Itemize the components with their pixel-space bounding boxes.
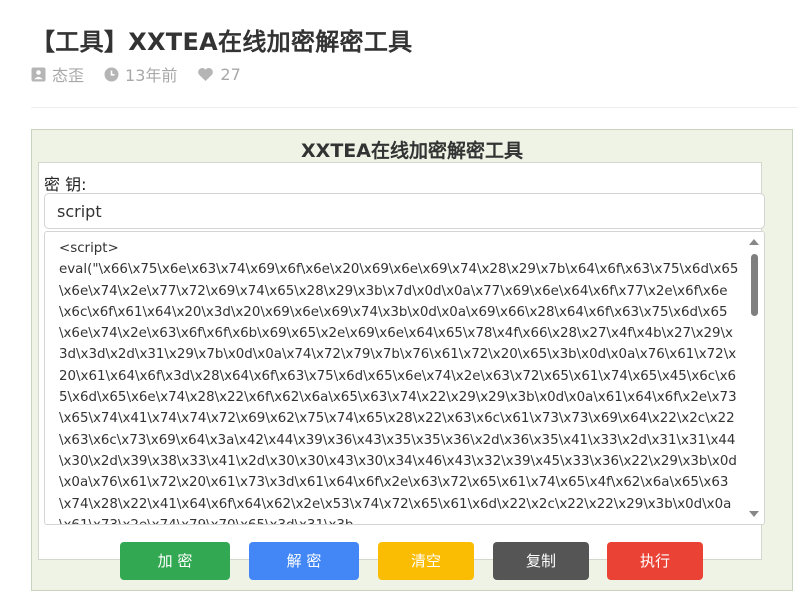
- meta-likes[interactable]: 27: [197, 64, 241, 84]
- meta-time: 13年前: [104, 62, 177, 86]
- code-content[interactable]: <script> eval("\x66\x75\x6e\x63\x74\x69\…: [59, 238, 739, 524]
- page-title: 【工具】XXTEA在线加密解密工具: [31, 28, 413, 56]
- scroll-down-arrow-icon[interactable]: [749, 511, 759, 517]
- author-name: 态歪: [52, 66, 85, 85]
- scroll-up-arrow-icon[interactable]: [749, 239, 759, 245]
- key-label: 密 钥:: [44, 175, 87, 194]
- scroll-thumb[interactable]: [751, 254, 758, 316]
- header-divider: [31, 107, 798, 108]
- encrypt-button[interactable]: 加 密: [120, 542, 230, 580]
- article-meta: 态歪 13年前 27: [31, 62, 261, 86]
- decrypt-button[interactable]: 解 密: [249, 542, 359, 580]
- post-time: 13年前: [125, 66, 178, 85]
- copy-button[interactable]: 复制: [493, 542, 589, 580]
- heart-icon: [198, 67, 214, 81]
- like-count: 27: [220, 64, 241, 84]
- tool-title: XXTEA在线加密解密工具: [301, 140, 523, 162]
- execute-button[interactable]: 执行: [607, 542, 703, 580]
- tool-form: 密 钥: <script> eval("\x66\x75\x6e\x63\x74…: [38, 162, 765, 560]
- meta-author[interactable]: 态歪: [31, 62, 84, 86]
- clock-icon: [104, 67, 119, 81]
- xxtea-tool-panel: XXTEA在线加密解密工具 密 钥: <script> eval("\x66\x…: [31, 129, 793, 591]
- textarea-scrollbar[interactable]: [746, 232, 764, 524]
- action-buttons: 加 密 解 密 清空 复制 执行: [32, 542, 794, 582]
- key-input[interactable]: [44, 193, 765, 229]
- user-card-icon: [31, 67, 46, 81]
- code-textarea[interactable]: <script> eval("\x66\x75\x6e\x63\x74\x69\…: [44, 231, 765, 525]
- clear-button[interactable]: 清空: [378, 542, 474, 580]
